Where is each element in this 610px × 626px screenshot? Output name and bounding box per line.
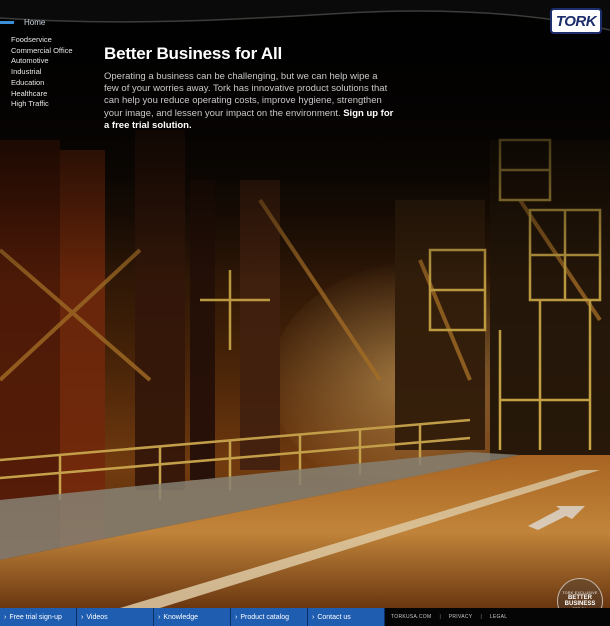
footer-tab-label: Contact us (317, 613, 351, 621)
nav-item-foodservice[interactable]: Foodservice (11, 35, 95, 46)
footer-tab-knowledge[interactable]: › Knowledge (154, 608, 231, 626)
footer-bar: › Free trial sign-up › Videos › Knowledg… (0, 608, 610, 626)
footer-tab-label: Product catalog (240, 613, 289, 621)
nav-item-industrial[interactable]: Industrial (11, 67, 95, 78)
tork-logo[interactable]: TORK (550, 8, 602, 34)
footer-tab-videos[interactable]: › Videos (77, 608, 154, 626)
nav-list: Foodservice Commercial Office Automotive… (0, 35, 95, 110)
badge-main-text: BETTER BUSINESS (564, 595, 596, 607)
nav-active-indicator (0, 21, 14, 24)
hero-section: Better Business for All Operating a busi… (104, 44, 394, 132)
chevron-right-icon: › (4, 613, 7, 621)
footer-separator: | (439, 614, 441, 620)
footer-link-privacy[interactable]: PRIVACY (449, 614, 473, 620)
footer-tab-label: Videos (86, 613, 108, 621)
nav-item-automotive[interactable]: Automotive (11, 56, 95, 67)
nav-item-education[interactable]: Education (11, 78, 95, 89)
footer-tab-contact-us[interactable]: › Contact us (308, 608, 385, 626)
footer-tab-label: Knowledge (163, 613, 198, 621)
footer-tabs: › Free trial sign-up › Videos › Knowledg… (0, 608, 385, 626)
chevron-right-icon: › (158, 613, 161, 621)
footer-link-legal[interactable]: LEGAL (490, 614, 508, 620)
nav-item-high-traffic[interactable]: High Traffic (11, 99, 95, 110)
chevron-right-icon: › (81, 613, 84, 621)
nav-item-healthcare[interactable]: Healthcare (11, 89, 95, 100)
left-navigation: Home Foodservice Commercial Office Autom… (0, 16, 95, 110)
footer-tab-product-catalog[interactable]: › Product catalog (231, 608, 308, 626)
logo-text: TORK (555, 12, 597, 30)
footer-tab-free-trial[interactable]: › Free trial sign-up (0, 608, 77, 626)
chevron-right-icon: › (235, 613, 238, 621)
chevron-right-icon: › (312, 613, 315, 621)
nav-home-label: Home (24, 18, 46, 27)
nav-home[interactable]: Home (0, 16, 95, 29)
footer-link-torkusa[interactable]: TORKUSA.COM (391, 614, 431, 620)
hero-title: Better Business for All (104, 44, 283, 63)
footer-links: TORKUSA.COM | PRIVACY | LEGAL (385, 608, 507, 626)
footer-separator: | (480, 614, 482, 620)
hero-body: Operating a business can be challenging,… (104, 71, 394, 132)
footer-tab-label: Free trial sign-up (9, 613, 62, 621)
nav-item-commercial-office[interactable]: Commercial Office (11, 46, 95, 57)
